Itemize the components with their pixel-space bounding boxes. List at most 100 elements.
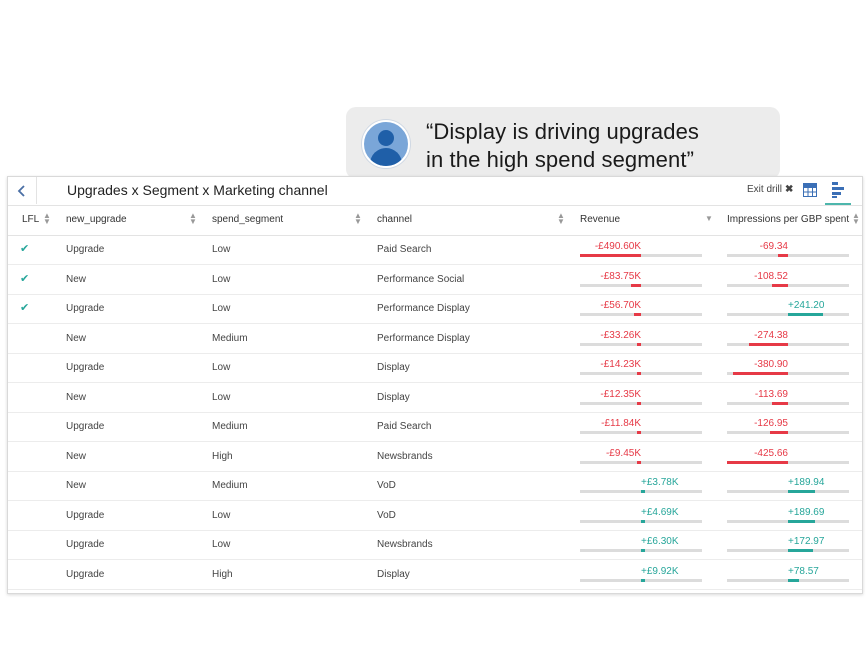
quote-text: “Display is driving upgrades in the high… — [426, 118, 766, 174]
impressions-value: -69.34 — [759, 241, 788, 252]
cell-spend-segment: Low — [212, 244, 231, 255]
revenue-bar — [637, 372, 641, 375]
cell-new-upgrade: New — [66, 273, 87, 285]
checkmark-icon: ✔ — [20, 243, 30, 255]
impressions-bar — [788, 549, 813, 552]
impressions-bar-track — [727, 490, 849, 493]
table-row[interactable]: ✔ New Low Performance Social -£83.75K -108.52 — [8, 265, 862, 295]
impressions-value: +78.57 — [788, 565, 819, 577]
revenue-value: +£9.92K — [641, 565, 679, 577]
impressions-bar-track — [727, 254, 849, 257]
sort-descending-icon[interactable]: ▼ — [705, 215, 713, 223]
page-title: Upgrades x Segment x Marketing channel — [67, 182, 328, 198]
cell-channel: Performance Display — [377, 332, 470, 344]
table-row[interactable]: Upgrade High Display +£9.92K +78.57 — [8, 560, 862, 590]
revenue-bar — [633, 313, 641, 316]
sort-icon[interactable]: ▲ ▼ — [189, 212, 197, 226]
cell-new-upgrade: New — [66, 480, 87, 491]
cell-new-upgrade: Upgrade — [66, 421, 105, 432]
revenue-bar — [641, 519, 645, 523]
cell-channel: Newsbrands — [377, 450, 433, 462]
table-row[interactable]: New Medium Performance Display -£33.26K -274… — [8, 324, 862, 354]
table-row[interactable]: ✔ Upgrade Low Paid Search -£490.60K -69.34 — [8, 235, 862, 265]
impressions-bar-track — [727, 342, 849, 346]
impressions-bar — [788, 578, 800, 582]
close-icon: ✖ — [785, 184, 794, 195]
exit-drill-button[interactable]: Exit drill ✖ — [747, 184, 793, 195]
revenue-bar — [641, 490, 645, 493]
table-row[interactable]: Upgrade Low VoD +£4.69K +189.69 — [8, 501, 862, 531]
impressions-bar — [771, 401, 788, 405]
impressions-value: -274.38 — [754, 329, 788, 341]
column-header-channel[interactable]: channel — [377, 214, 412, 225]
impressions-bar-track — [727, 578, 849, 582]
table-row[interactable]: Upgrade Low Display -£14.23K -380.90 — [8, 353, 862, 383]
revenue-bar-track — [580, 490, 702, 493]
cell-channel: VoD — [377, 509, 396, 521]
back-button[interactable] — [8, 177, 37, 204]
revenue-value: -£14.23K — [600, 359, 641, 370]
cell-new-upgrade: New — [66, 332, 87, 344]
revenue-value: -£11.84K — [601, 418, 641, 429]
quote-line-1: “Display is driving upgrades — [426, 119, 700, 144]
cell-spend-segment: Low — [212, 303, 231, 314]
impressions-bar — [733, 372, 788, 375]
revenue-bar-track — [580, 578, 702, 582]
sort-icon[interactable]: ▲ ▼ — [852, 212, 860, 226]
cell-new-upgrade: New — [66, 450, 87, 462]
impressions-value: +172.97 — [788, 536, 825, 547]
cell-spend-segment: Low — [212, 509, 231, 521]
revenue-bar — [637, 460, 641, 464]
sort-icon[interactable]: ▲ ▼ — [354, 212, 362, 226]
cell-spend-segment: Medium — [212, 480, 248, 491]
cell-spend-segment: High — [212, 450, 233, 462]
revenue-bar-track — [580, 549, 702, 552]
impressions-bar — [772, 283, 788, 287]
cell-spend-segment: Low — [212, 273, 231, 285]
cell-new-upgrade: Upgrade — [66, 362, 105, 373]
cell-spend-segment: Low — [212, 539, 231, 550]
sort-icon[interactable]: ▲ ▼ — [43, 212, 51, 226]
revenue-bar — [580, 254, 641, 257]
cell-channel: VoD — [377, 480, 396, 491]
table-row[interactable]: ✔ Upgrade Low Performance Display -£56.70K +2… — [8, 294, 862, 324]
table-row[interactable]: Upgrade Medium Paid Search -£11.84K -126.95 — [8, 412, 862, 442]
impressions-value: +189.69 — [788, 506, 825, 518]
cell-spend-segment: Low — [212, 391, 231, 403]
impressions-value: -126.95 — [754, 418, 788, 429]
impressions-bar-track — [727, 401, 849, 405]
column-header-new-upgrade[interactable]: new_upgrade — [66, 214, 127, 225]
cell-channel: Display — [377, 362, 410, 373]
table-view-icon[interactable] — [803, 183, 817, 197]
revenue-value: -£490.60K — [594, 241, 641, 252]
bar-chart-view-icon[interactable] — [825, 181, 851, 205]
impressions-value: -108.52 — [754, 270, 788, 282]
impressions-value: -380.90 — [754, 359, 788, 370]
revenue-bar-track — [580, 401, 702, 405]
cell-channel: Performance Display — [377, 303, 470, 314]
table-row[interactable]: Upgrade Low Newsbrands +£6.30K +172.97 — [8, 530, 862, 560]
table-row[interactable]: New High Newsbrands -£9.45K -425.66 — [8, 442, 862, 472]
exit-drill-label: Exit drill — [747, 184, 783, 195]
revenue-bar-track — [580, 342, 702, 346]
revenue-value: -£12.35K — [600, 388, 641, 400]
revenue-value: +£6.30K — [641, 536, 679, 547]
column-header-spend-segment[interactable]: spend_segment — [212, 214, 283, 225]
revenue-bar — [630, 283, 641, 287]
cell-channel: Newsbrands — [377, 539, 433, 550]
impressions-bar-track — [727, 519, 849, 523]
cell-channel: Paid Search — [377, 421, 432, 432]
impressions-bar — [788, 519, 816, 523]
table-row[interactable]: New Low Display -£12.35K -113.69 — [8, 383, 862, 413]
checkmark-icon: ✔ — [20, 302, 30, 314]
impressions-value: +241.20 — [788, 300, 825, 311]
sort-icon[interactable]: ▲ ▼ — [557, 212, 565, 226]
revenue-bar — [636, 342, 641, 346]
column-header-lfl[interactable]: LFL — [22, 214, 39, 225]
column-header-revenue[interactable]: Revenue — [580, 214, 620, 225]
revenue-value: +£3.78K — [641, 477, 679, 488]
revenue-bar-track — [580, 460, 702, 464]
column-header-impressions[interactable]: Impressions per GBP spent — [727, 214, 849, 225]
table-row[interactable]: New Medium VoD +£3.78K +189.94 — [8, 471, 862, 501]
impressions-bar-track — [727, 549, 849, 552]
